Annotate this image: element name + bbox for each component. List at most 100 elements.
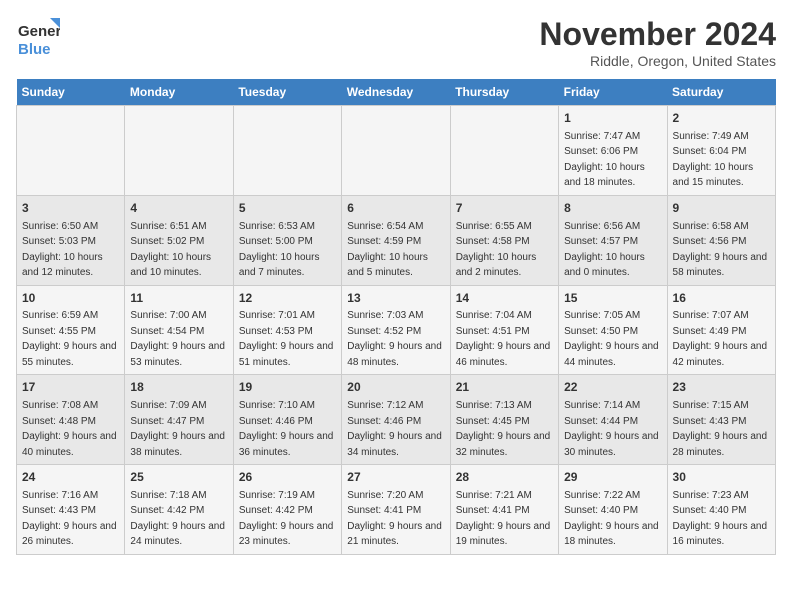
day-number: 19	[239, 379, 336, 396]
week-row-3: 10 Sunrise: 6:59 AMSunset: 4:55 PMDayligh…	[17, 285, 776, 375]
day-info: Sunrise: 7:49 AMSunset: 6:04 PMDaylight:…	[673, 131, 754, 189]
day-info: Sunrise: 7:08 AMSunset: 4:48 PMDaylight:…	[22, 400, 117, 458]
calendar-cell	[450, 106, 558, 196]
day-info: Sunrise: 6:54 AMSunset: 4:59 PMDaylight:…	[347, 221, 428, 279]
day-info: Sunrise: 7:05 AMSunset: 4:50 PMDaylight:…	[564, 310, 659, 368]
day-number: 30	[673, 469, 770, 486]
calendar-cell: 14Sunrise: 7:04 AMSunset: 4:51 PMDayligh…	[450, 285, 558, 375]
day-number: 3	[22, 200, 119, 217]
day-info: Sunrise: 7:04 AMSunset: 4:51 PMDaylight:…	[456, 310, 551, 368]
calendar-cell: 6 Sunrise: 6:54 AMSunset: 4:59 PMDaylight…	[342, 195, 450, 285]
calendar-cell: 9 Sunrise: 6:58 AMSunset: 4:56 PMDaylight…	[667, 195, 775, 285]
day-info: Sunrise: 7:19 AMSunset: 4:42 PMDaylight:…	[239, 490, 334, 548]
calendar-cell: 10 Sunrise: 6:59 AMSunset: 4:55 PMDayligh…	[17, 285, 125, 375]
day-number: 2	[673, 110, 770, 127]
col-thursday: Thursday	[450, 79, 558, 106]
day-info: Sunrise: 7:23 AMSunset: 4:40 PMDaylight:…	[673, 490, 768, 548]
calendar-cell: 8 Sunrise: 6:56 AMSunset: 4:57 PMDaylight…	[559, 195, 667, 285]
calendar-cell: 3 Sunrise: 6:50 AMSunset: 5:03 PMDaylight…	[17, 195, 125, 285]
day-number: 13	[347, 290, 444, 307]
header-row: Sunday Monday Tuesday Wednesday Thursday…	[17, 79, 776, 106]
day-info: Sunrise: 6:59 AMSunset: 4:55 PMDaylight:…	[22, 310, 117, 368]
col-friday: Friday	[559, 79, 667, 106]
day-number: 7	[456, 200, 553, 217]
day-info: Sunrise: 7:21 AMSunset: 4:41 PMDaylight:…	[456, 490, 551, 548]
calendar-cell	[17, 106, 125, 196]
day-info: Sunrise: 6:51 AMSunset: 5:02 PMDaylight:…	[130, 221, 211, 279]
day-number: 18	[130, 379, 227, 396]
calendar-cell: 17 Sunrise: 7:08 AMSunset: 4:48 PMDayligh…	[17, 375, 125, 465]
page-header: General Blue November 2024 Riddle, Orego…	[16, 16, 776, 69]
day-info: Sunrise: 7:16 AMSunset: 4:43 PMDaylight:…	[22, 490, 117, 548]
month-title: November 2024	[539, 16, 776, 53]
day-info: Sunrise: 6:55 AMSunset: 4:58 PMDaylight:…	[456, 221, 537, 279]
day-number: 5	[239, 200, 336, 217]
calendar-cell: 23 Sunrise: 7:15 AMSunset: 4:43 PMDayligh…	[667, 375, 775, 465]
day-info: Sunrise: 7:03 AMSunset: 4:52 PMDaylight:…	[347, 310, 442, 368]
day-info: Sunrise: 6:58 AMSunset: 4:56 PMDaylight:…	[673, 221, 768, 279]
week-row-4: 17 Sunrise: 7:08 AMSunset: 4:48 PMDayligh…	[17, 375, 776, 465]
day-info: Sunrise: 7:00 AMSunset: 4:54 PMDaylight:…	[130, 310, 225, 368]
calendar-cell: 12 Sunrise: 7:01 AMSunset: 4:53 PMDayligh…	[233, 285, 341, 375]
calendar-cell: 20Sunrise: 7:12 AMSunset: 4:46 PMDayligh…	[342, 375, 450, 465]
calendar-cell: 11 Sunrise: 7:00 AMSunset: 4:54 PMDayligh…	[125, 285, 233, 375]
calendar-cell: 19 Sunrise: 7:10 AMSunset: 4:46 PMDayligh…	[233, 375, 341, 465]
day-info: Sunrise: 7:18 AMSunset: 4:42 PMDaylight:…	[130, 490, 225, 548]
calendar-cell	[342, 106, 450, 196]
day-number: 16	[673, 290, 770, 307]
day-info: Sunrise: 7:47 AMSunset: 6:06 PMDaylight:…	[564, 131, 645, 189]
day-number: 8	[564, 200, 661, 217]
day-number: 1	[564, 110, 661, 127]
col-wednesday: Wednesday	[342, 79, 450, 106]
day-number: 21	[456, 379, 553, 396]
svg-text:Blue: Blue	[18, 41, 51, 58]
day-number: 10	[22, 290, 119, 307]
logo: General Blue	[16, 16, 60, 60]
day-info: Sunrise: 6:56 AMSunset: 4:57 PMDaylight:…	[564, 221, 645, 279]
col-monday: Monday	[125, 79, 233, 106]
col-tuesday: Tuesday	[233, 79, 341, 106]
week-row-2: 3 Sunrise: 6:50 AMSunset: 5:03 PMDaylight…	[17, 195, 776, 285]
day-info: Sunrise: 7:20 AMSunset: 4:41 PMDaylight:…	[347, 490, 442, 548]
title-block: November 2024 Riddle, Oregon, United Sta…	[539, 16, 776, 69]
calendar-cell	[125, 106, 233, 196]
day-number: 9	[673, 200, 770, 217]
day-info: Sunrise: 7:01 AMSunset: 4:53 PMDaylight:…	[239, 310, 334, 368]
calendar-cell: 27Sunrise: 7:20 AMSunset: 4:41 PMDayligh…	[342, 465, 450, 555]
day-info: Sunrise: 6:53 AMSunset: 5:00 PMDaylight:…	[239, 221, 320, 279]
calendar-cell: 28Sunrise: 7:21 AMSunset: 4:41 PMDayligh…	[450, 465, 558, 555]
col-sunday: Sunday	[17, 79, 125, 106]
calendar-cell: 15 Sunrise: 7:05 AMSunset: 4:50 PMDayligh…	[559, 285, 667, 375]
day-number: 23	[673, 379, 770, 396]
day-info: Sunrise: 7:10 AMSunset: 4:46 PMDaylight:…	[239, 400, 334, 458]
calendar-cell: 2 Sunrise: 7:49 AMSunset: 6:04 PMDaylight…	[667, 106, 775, 196]
day-number: 22	[564, 379, 661, 396]
day-number: 6	[347, 200, 444, 217]
day-number: 11	[130, 290, 227, 307]
calendar-cell: 13 Sunrise: 7:03 AMSunset: 4:52 PMDayligh…	[342, 285, 450, 375]
svg-text:General: General	[18, 23, 60, 40]
day-number: 12	[239, 290, 336, 307]
day-info: Sunrise: 7:14 AMSunset: 4:44 PMDaylight:…	[564, 400, 659, 458]
calendar-cell: 21 Sunrise: 7:13 AMSunset: 4:45 PMDayligh…	[450, 375, 558, 465]
logo-svg: General Blue	[16, 16, 60, 60]
calendar-cell: 1 Sunrise: 7:47 AMSunset: 6:06 PMDaylight…	[559, 106, 667, 196]
week-row-5: 24Sunrise: 7:16 AMSunset: 4:43 PMDayligh…	[17, 465, 776, 555]
day-number: 15	[564, 290, 661, 307]
calendar-body: 1 Sunrise: 7:47 AMSunset: 6:06 PMDaylight…	[17, 106, 776, 555]
calendar-cell: 4 Sunrise: 6:51 AMSunset: 5:02 PMDaylight…	[125, 195, 233, 285]
day-number: 26	[239, 469, 336, 486]
day-info: Sunrise: 6:50 AMSunset: 5:03 PMDaylight:…	[22, 221, 103, 279]
day-info: Sunrise: 7:22 AMSunset: 4:40 PMDaylight:…	[564, 490, 659, 548]
day-number: 17	[22, 379, 119, 396]
day-info: Sunrise: 7:13 AMSunset: 4:45 PMDaylight:…	[456, 400, 551, 458]
day-number: 4	[130, 200, 227, 217]
day-number: 29	[564, 469, 661, 486]
calendar-table: Sunday Monday Tuesday Wednesday Thursday…	[16, 79, 776, 555]
day-number: 25	[130, 469, 227, 486]
calendar-cell	[233, 106, 341, 196]
calendar-cell: 5 Sunrise: 6:53 AMSunset: 5:00 PMDaylight…	[233, 195, 341, 285]
calendar-cell: 16 Sunrise: 7:07 AMSunset: 4:49 PMDayligh…	[667, 285, 775, 375]
day-info: Sunrise: 7:15 AMSunset: 4:43 PMDaylight:…	[673, 400, 768, 458]
day-info: Sunrise: 7:07 AMSunset: 4:49 PMDaylight:…	[673, 310, 768, 368]
